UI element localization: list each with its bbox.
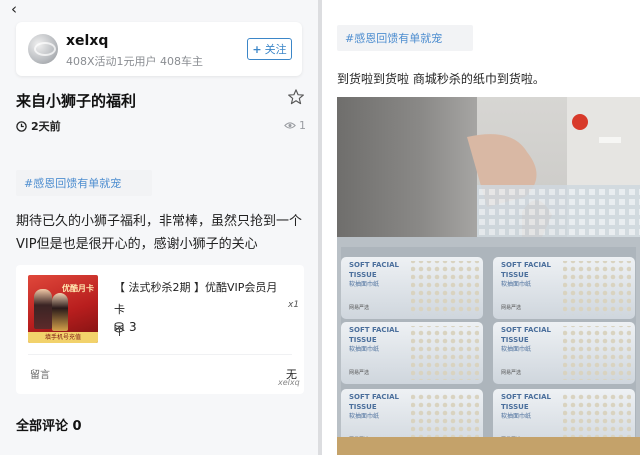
comments-label: 全部评论 [16, 419, 69, 434]
tissue-package-label: 软抽面巾纸 [349, 412, 379, 420]
tissue-package-label: 软抽面巾纸 [501, 412, 531, 420]
view-count: 1 [284, 119, 306, 132]
user-meta: 408X活动1元用户 408车主 [66, 55, 204, 68]
avatar[interactable] [28, 34, 58, 64]
user-card[interactable]: xelxq 408X活动1元用户 408车主 + 关注 [16, 22, 302, 76]
tissue-package-label: SOFT FACIAL [501, 393, 552, 401]
tissue-package-label: TISSUE [501, 336, 529, 344]
product-coins: 3 [129, 320, 137, 334]
tissue-package-label: TISSUE [501, 403, 529, 411]
tissue-package-label: 网易严选 [501, 369, 521, 376]
coin-stack-icon [114, 321, 124, 332]
follow-label: 关注 [264, 43, 287, 56]
clock-icon [16, 120, 27, 132]
tissue-package: SOFT FACIAL TISSUE软抽面巾纸网易严选 [341, 322, 483, 384]
right-post-panel: #感恩回馈有单就宠 到货啦到货啦 商城秒杀的纸巾到货啦。 SOFT FACIAL… [322, 0, 640, 455]
tissue-package-label: TISSUE [349, 336, 377, 344]
tissue-package-label: SOFT FACIAL [349, 261, 400, 269]
star-icon[interactable] [287, 88, 305, 106]
post-body: 期待已久的小狮子福利，非常棒，虽然只抢到一个VIP但是也是很开心的，感谢小狮子的… [16, 214, 303, 252]
tissue-package-label: 网易严选 [349, 369, 369, 376]
divider [28, 354, 292, 355]
product-card[interactable]: 优酷月卡 填手机号充值 【 法式秒杀2期 】优酷VIP会员月卡 个 x1 3 留… [16, 265, 304, 394]
tissue-package-label: 网易严选 [501, 304, 521, 311]
product-image-badge: 优酷月卡 [62, 284, 94, 293]
product-title[interactable]: 【 法式秒杀2期 】优酷VIP会员月卡 个 [114, 277, 286, 343]
username[interactable]: xelxq [66, 33, 108, 49]
comments-header: 全部评论 0 [16, 415, 82, 434]
tissue-package-label: 软抽面巾纸 [501, 345, 531, 353]
view-count-text: 1 [299, 119, 306, 132]
comments-count: 0 [72, 419, 82, 434]
order-note-sign: xelxq [278, 378, 300, 387]
post-time: 2天前 [16, 118, 61, 134]
tissue-package-label: TISSUE [349, 403, 377, 411]
tissue-package-label: SOFT FACIAL [349, 393, 400, 401]
product-price: 3 [114, 320, 137, 334]
tissue-photo[interactable]: SOFT FACIAL TISSUE 软抽面巾纸 网易严选 SOFT FACIAL TIS… [337, 97, 640, 455]
tissue-package: SOFT FACIAL TISSUE软抽面巾纸网易严选 [493, 257, 635, 319]
tissue-package-label: 网易严选 [349, 304, 369, 311]
tissue-package-label: 软抽面巾纸 [349, 280, 379, 288]
back-arrow-icon[interactable]: ‹ [11, 1, 17, 17]
order-note-label: 留言 [30, 370, 50, 381]
tissue-package-label: SOFT FACIAL [501, 326, 552, 334]
post-time-text: 2天前 [31, 120, 61, 133]
plus-icon: + [252, 42, 262, 56]
product-quantity: x1 [288, 300, 300, 310]
product-image-footer: 填手机号充值 [28, 332, 98, 343]
tissue-package: SOFT FACIAL TISSUE软抽面巾纸网易严选 [493, 322, 635, 384]
tissue-package-label: TISSUE [501, 271, 529, 279]
eye-icon [284, 122, 296, 129]
product-image[interactable]: 优酷月卡 填手机号充值 [28, 275, 98, 343]
tissue-package-label: 软抽面巾纸 [501, 280, 531, 288]
topic-tag[interactable]: #感恩回馈有单就宠 [16, 170, 152, 196]
tissue-package: SOFT FACIAL TISSUE软抽面巾纸网易严选 [341, 257, 483, 319]
tissue-package-label: SOFT FACIAL [349, 326, 400, 334]
topic-tag-right[interactable]: #感恩回馈有单就宠 [337, 25, 473, 51]
post-body-right: 到货啦到货啦 商城秒杀的纸巾到货啦。 [337, 72, 545, 86]
product-title-main: 【 法式秒杀2期 】优酷VIP会员月卡 [114, 281, 278, 316]
tissue-package-label: TISSUE [349, 271, 377, 279]
tissue-package-label: SOFT FACIAL [501, 261, 552, 269]
tissue-package-label: 软抽面巾纸 [349, 345, 379, 353]
tissue-photo-drawing: SOFT FACIALTISSUE软抽面巾纸网易严选SOFT FACIALTIS… [337, 97, 640, 455]
follow-button[interactable]: + 关注 [247, 38, 292, 60]
post-title: 来自小狮子的福利 [16, 92, 137, 110]
left-post-panel: ‹ xelxq 408X活动1元用户 408车主 + 关注 来自小狮子的福利 2… [0, 0, 318, 455]
